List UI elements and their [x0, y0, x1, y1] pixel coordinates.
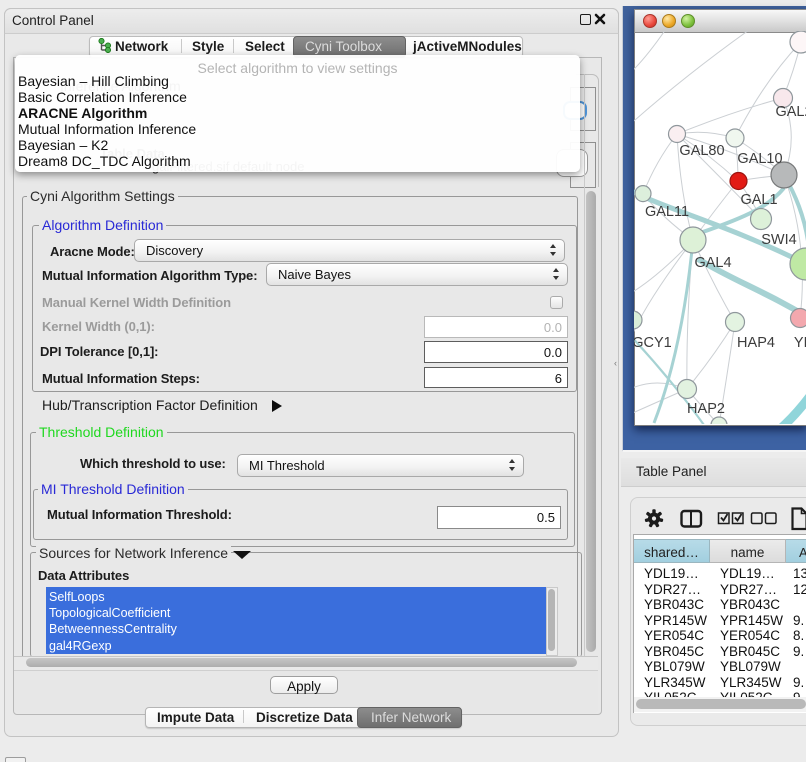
svg-text:GAL80: GAL80 [679, 143, 724, 159]
svg-text:HAP4: HAP4 [737, 335, 775, 351]
svg-text:GAL4: GAL4 [694, 255, 731, 271]
svg-text:GAL11: GAL11 [645, 204, 689, 220]
svg-text:GAL10: GAL10 [737, 151, 782, 167]
svg-text:GAL1: GAL1 [740, 192, 777, 208]
svg-text:HAP2: HAP2 [687, 401, 725, 417]
svg-text:GCY1: GCY1 [634, 335, 672, 351]
svg-text:SWI4: SWI4 [761, 232, 796, 248]
svg-text:YD: YD [794, 335, 806, 351]
svg-text:GAL2: GAL2 [775, 104, 806, 120]
